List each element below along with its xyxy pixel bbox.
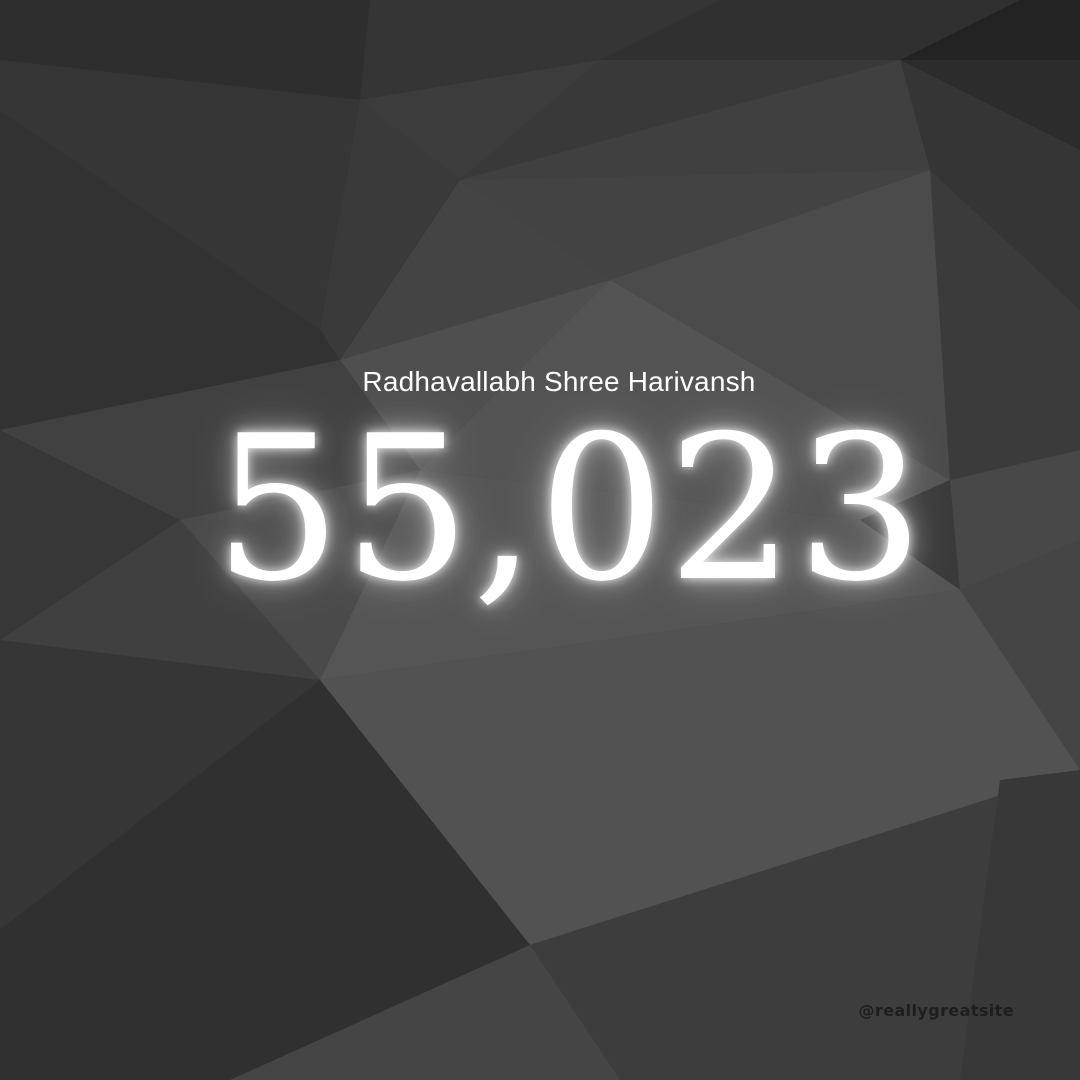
social-handle: @reallygreatsite	[858, 1001, 1014, 1020]
poster-canvas: Radhavallabh Shree Harivansh 55,023 @rea…	[0, 0, 1080, 1080]
counter-value: 55,023	[214, 393, 926, 626]
